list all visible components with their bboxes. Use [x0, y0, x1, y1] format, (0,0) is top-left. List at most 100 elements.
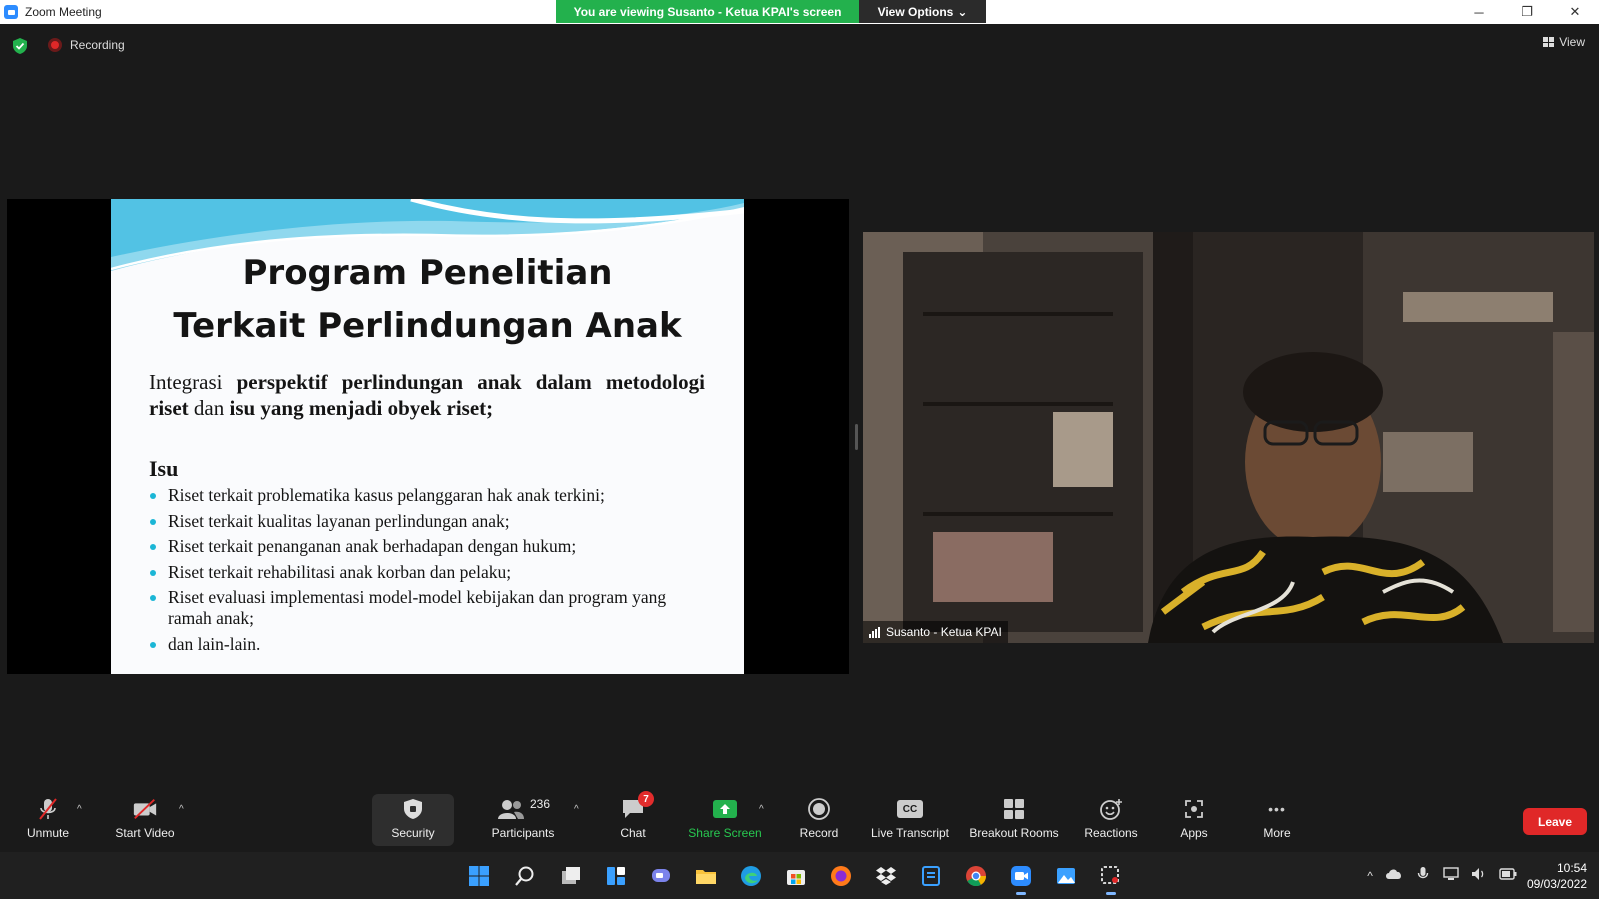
view-options-label: View Options [877, 4, 954, 19]
reactions-emoji-icon [1098, 797, 1124, 821]
chevron-down-icon: ⌄ [957, 4, 968, 19]
cc-glyph: CC [897, 800, 923, 818]
meeting-toolbar: Unmute ^ Start Video ^ Security 236 Part… [0, 790, 1599, 850]
security-shield-icon [400, 797, 426, 821]
participant-name-tag: Susanto - Ketua KPAI [863, 621, 1008, 643]
closed-caption-icon: CC [897, 797, 923, 821]
more-button[interactable]: ••• More [1254, 794, 1300, 846]
audio-options-caret[interactable]: ^ [77, 804, 82, 815]
snipping-tool-icon[interactable] [1099, 864, 1123, 895]
video-frame-image [863, 232, 1594, 643]
list-item: Riset terkait kualitas layanan perlindun… [149, 511, 709, 532]
onedrive-cloud-icon[interactable] [1385, 868, 1403, 883]
security-button[interactable]: Security [372, 794, 454, 846]
restore-button[interactable]: ❐ [1503, 0, 1551, 24]
leave-button[interactable]: Leave [1523, 808, 1587, 835]
encryption-shield-icon[interactable] [13, 38, 27, 54]
close-button[interactable]: ✕ [1551, 0, 1599, 24]
share-screen-icon [712, 797, 738, 821]
taskbar-clock[interactable]: 10:54 09/03/2022 [1527, 860, 1587, 892]
unmute-label: Unmute [26, 826, 70, 840]
edge-browser-icon[interactable] [739, 864, 763, 888]
isu-list: Riset terkait problematika kasus pelangg… [149, 485, 709, 659]
clock-date: 09/03/2022 [1526, 876, 1587, 891]
chrome-icon[interactable] [964, 864, 988, 888]
security-label: Security [391, 826, 435, 840]
participants-options-caret[interactable]: ^ [574, 804, 579, 815]
task-view-icon[interactable] [559, 864, 583, 888]
panel-splitter-handle[interactable] [855, 424, 858, 450]
presentation-slide: Program Penelitian Terkait Perlindungan … [111, 199, 744, 674]
file-explorer-icon[interactable] [694, 864, 718, 888]
viewing-screen-label: You are viewing Susanto - Ketua KPAI's s… [556, 0, 859, 23]
breakout-rooms-icon [1001, 797, 1027, 821]
reactions-label: Reactions [1084, 826, 1138, 840]
slide-intro: Integrasi perspektif perlindungan anak d… [149, 369, 705, 421]
start-video-button[interactable]: Start Video [110, 794, 180, 846]
connection-signal-icon [869, 626, 880, 638]
shared-screen: Program Penelitian Terkait Perlindungan … [7, 199, 849, 674]
participants-button[interactable]: 236 Participants [488, 794, 558, 846]
record-icon [806, 797, 832, 821]
list-item: Riset terkait problematika kasus pelangg… [149, 485, 709, 506]
more-label: More [1263, 826, 1291, 840]
reactions-button[interactable]: Reactions [1080, 794, 1142, 846]
list-item: dan lain-lain. [149, 634, 709, 655]
apps-button[interactable]: Apps [1172, 794, 1216, 846]
search-icon[interactable] [513, 864, 537, 888]
breakout-rooms-button[interactable]: Breakout Rooms [966, 794, 1062, 846]
chat-button[interactable]: 7 Chat [610, 791, 656, 846]
video-options-caret[interactable]: ^ [179, 804, 184, 815]
list-item: Riset terkait penanganan anak berhadapan… [149, 536, 709, 557]
microphone-icon[interactable] [1417, 866, 1429, 885]
battery-icon[interactable] [1499, 868, 1517, 883]
live-transcript-button[interactable]: CC Live Transcript [866, 794, 954, 846]
share-screen-label: Share Screen [688, 826, 762, 840]
photos-icon[interactable] [1054, 864, 1078, 888]
share-banner: You are viewing Susanto - Ketua KPAI's s… [556, 0, 986, 23]
participant-video[interactable]: Susanto - Ketua KPAI [863, 232, 1594, 643]
intro-text-2: dan [188, 396, 230, 420]
window-title: Zoom Meeting [25, 5, 102, 19]
apps-label: Apps [1180, 826, 1208, 840]
volume-icon[interactable] [1471, 867, 1487, 884]
windows-taskbar: ^ 10:54 09/03/2022 [0, 852, 1599, 899]
breakout-rooms-label: Breakout Rooms [969, 826, 1059, 840]
window-controls: ─ ❐ ✕ [1455, 0, 1599, 24]
firefox-icon[interactable] [829, 864, 853, 888]
network-icon[interactable] [1443, 867, 1459, 884]
intro-bold-2: isu yang menjadi obyek riset; [229, 396, 494, 420]
zoom-window: Zoom Meeting ─ ❐ ✕ You are viewing Susan… [0, 0, 1599, 899]
windows-start-icon[interactable] [467, 864, 491, 888]
participants-icon: 236 [493, 797, 553, 821]
recording-indicator-icon [48, 38, 62, 52]
unmute-button[interactable]: Unmute [18, 794, 78, 846]
system-tray: ^ 10:54 09/03/2022 [1367, 852, 1599, 899]
microsoft-store-icon[interactable] [784, 864, 808, 888]
intro-text-1: Integrasi [149, 370, 237, 394]
chat-label: Chat [620, 826, 646, 840]
participants-label: Participants [491, 826, 555, 840]
share-options-caret[interactable]: ^ [759, 804, 764, 815]
dropbox-icon[interactable] [874, 864, 898, 888]
video-off-icon [132, 797, 158, 821]
view-label: View [1559, 35, 1585, 49]
start-video-label: Start Video [115, 826, 175, 840]
view-button[interactable]: View [1543, 35, 1585, 49]
grid-view-icon [1543, 37, 1555, 47]
view-options-button[interactable]: View Options ⌄ [859, 0, 986, 23]
more-dots-icon: ••• [1268, 801, 1286, 817]
slide-title-line2: Terkait Perlindungan Anak [173, 306, 682, 346]
app-icon[interactable] [919, 864, 943, 888]
tray-expand-icon[interactable]: ^ [1367, 869, 1373, 883]
record-button[interactable]: Record [794, 794, 844, 846]
chat-unread-badge: 7 [638, 791, 654, 807]
clock-time: 10:54 [1556, 860, 1587, 875]
share-screen-button[interactable]: Share Screen [684, 794, 766, 846]
list-item: Riset terkait rehabilitasi anak korban d… [149, 562, 709, 583]
slide-title: Program Penelitian Terkait Perlindungan … [111, 247, 744, 353]
widgets-icon[interactable] [604, 864, 628, 888]
minimize-button[interactable]: ─ [1455, 0, 1503, 24]
teams-chat-icon[interactable] [649, 864, 673, 888]
zoom-taskbar-icon[interactable] [1009, 864, 1033, 895]
